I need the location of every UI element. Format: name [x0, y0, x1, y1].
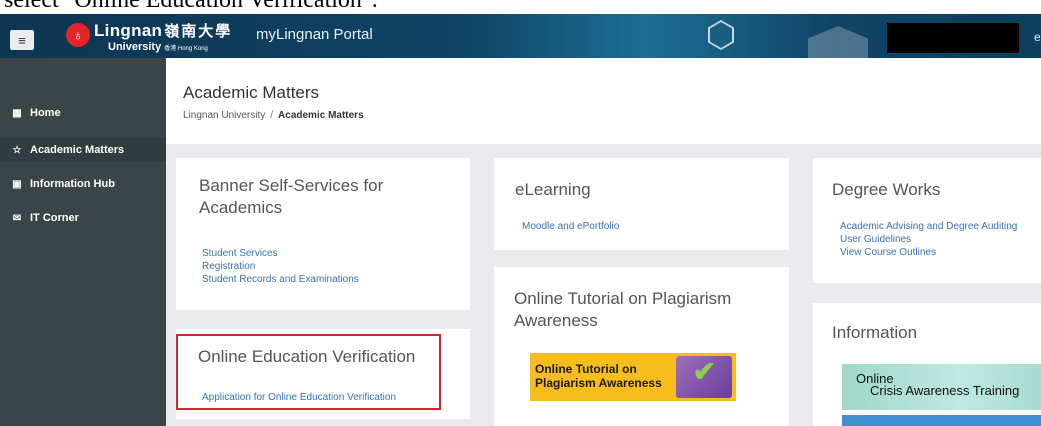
- card-plagiarism-tutorial: Online Tutorial on Plagiarism Awareness: [494, 267, 789, 426]
- page-title: Academic Matters: [183, 83, 320, 102]
- link-moodle-eportfolio[interactable]: Moodle and ePortfolio: [522, 220, 619, 233]
- sidebar-item-home[interactable]: ▦ Home: [0, 101, 166, 125]
- breadcrumb-root-link[interactable]: Lingnan University: [183, 110, 265, 121]
- hexagon-decoration-icon: [808, 26, 868, 58]
- portal-title[interactable]: myLingnan Portal: [256, 26, 373, 43]
- menu-toggle-button[interactable]: ≡: [10, 30, 34, 50]
- star-icon: ☆: [12, 144, 22, 156]
- card-degree-works: Degree Works Academic Advising and Degre…: [813, 158, 1041, 283]
- banner-text-line2: Plagiarism Awareness: [535, 376, 662, 390]
- card-links: Academic Advising and Degree Auditing Us…: [840, 220, 1017, 259]
- link-registration[interactable]: Registration: [202, 260, 359, 273]
- card-banner-self-services: Banner Self-Services for Academics Stude…: [176, 158, 470, 310]
- caption-text: select "Online Education Verification".: [4, 0, 378, 13]
- secondary-banner[interactable]: [842, 415, 1041, 426]
- sidebar-item-label: IT Corner: [30, 212, 79, 224]
- link-academic-advising[interactable]: Academic Advising and Degree Auditing: [840, 220, 1017, 233]
- link-view-course-outlines[interactable]: View Course Outlines: [840, 246, 1017, 259]
- image-icon: ▣: [12, 178, 22, 190]
- sidebar-item-academic-matters[interactable]: ☆ Academic Matters: [0, 138, 166, 162]
- banner-text-line2: Crisis Awareness Training: [870, 383, 1020, 398]
- hamburger-icon: ≡: [18, 32, 26, 48]
- logo-name: Lingnan: [94, 21, 163, 40]
- page-header: Academic Matters Lingnan University / Acad…: [166, 58, 1041, 144]
- logo-chinese-name: 嶺南大學: [164, 23, 233, 40]
- instruction-caption: select "Online Education Verification".: [0, 0, 1041, 14]
- link-student-services[interactable]: Student Services: [202, 247, 359, 260]
- card-title: Degree Works: [832, 180, 941, 199]
- lingnan-logo[interactable]: ♁ Lingnan 嶺南大學 University 香港 Hong Kong: [66, 22, 232, 55]
- checkmark-icon: ✔: [692, 356, 716, 387]
- card-title: eLearning: [515, 180, 591, 199]
- breadcrumb: Lingnan University / Academic Matters: [183, 110, 364, 121]
- logo-hong-kong: 香港 Hong Kong: [164, 46, 208, 52]
- link-user-guidelines[interactable]: User Guidelines: [840, 233, 1017, 246]
- logo-mark-icon: ♁: [66, 23, 90, 47]
- card-title: Online Tutorial on Plagiarism Awareness: [514, 289, 732, 331]
- breadcrumb-separator: /: [270, 110, 274, 121]
- card-title: Banner Self-Services for Academics: [199, 176, 384, 218]
- hexagon-decoration-icon: [708, 20, 734, 50]
- card-title: Information: [832, 323, 918, 342]
- sidebar-item-information-hub[interactable]: ▣ Information Hub: [0, 172, 166, 196]
- card-links: Moodle and ePortfolio: [522, 220, 619, 233]
- sidebar-item-it-corner[interactable]: ✉ IT Corner: [0, 206, 166, 230]
- card-elearning: eLearning Moodle and ePortfolio: [494, 158, 789, 250]
- logo-university: University: [108, 41, 162, 53]
- breadcrumb-current: Academic Matters: [278, 110, 364, 121]
- sidebar-item-label: Academic Matters: [30, 144, 125, 156]
- sidebar: ▦ Home ☆ Academic Matters ▣ Information …: [0, 58, 166, 426]
- sidebar-item-label: Information Hub: [30, 178, 115, 190]
- sidebar-item-label: Home: [30, 107, 61, 119]
- user-menu-initial[interactable]: e: [1034, 30, 1041, 44]
- plagiarism-tutorial-banner[interactable]: Online Tutorial on Plagiarism Awareness …: [530, 353, 736, 401]
- envelope-icon: ✉: [12, 212, 22, 224]
- redacted-user-name: [887, 23, 1019, 53]
- banner-text-line1: Online Tutorial on: [535, 362, 637, 376]
- top-bar: ≡ ♁ Lingnan 嶺南大學 University 香港 Hong Kong m…: [0, 14, 1041, 58]
- crisis-awareness-banner[interactable]: Online Crisis Awareness Training: [842, 364, 1041, 410]
- card-links: Student Services Registration Student Re…: [202, 247, 359, 286]
- link-student-records[interactable]: Student Records and Examinations: [202, 273, 359, 286]
- highlight-box: [176, 334, 441, 410]
- grid-icon: ▦: [12, 107, 22, 119]
